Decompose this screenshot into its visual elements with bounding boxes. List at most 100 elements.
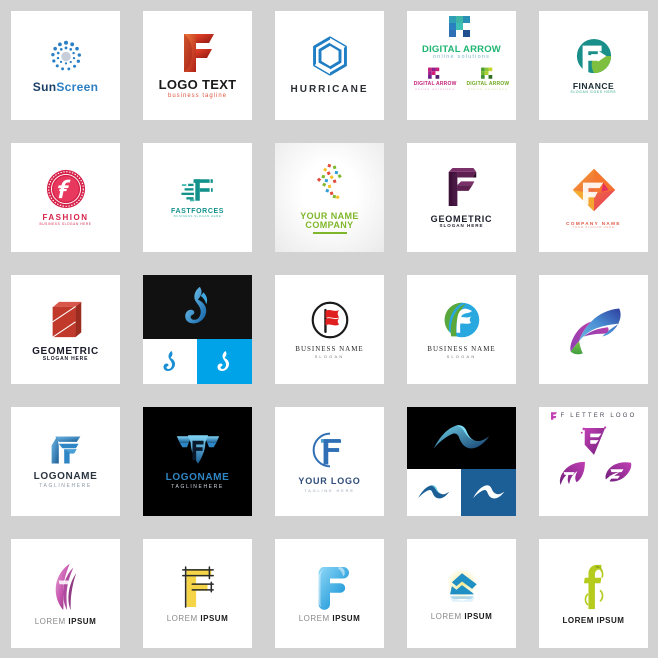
mountain-sun-icon: [445, 569, 478, 602]
diamond-f-icon: [572, 168, 615, 211]
panel-white: [407, 469, 461, 516]
logo-tile-finance[interactable]: FINANCE SLOGAN GOES HERE: [539, 11, 648, 120]
geometric-3d-f-purple-icon: [448, 167, 476, 206]
panel-row: [407, 469, 516, 516]
logo-tagline: SLOGAN HERE: [42, 356, 89, 363]
logo-tagline: YOUR SLOGAN HERE: [572, 225, 615, 230]
logo-name: LOREM IPSUM: [35, 617, 97, 626]
logo-name-bold: IPSUM: [200, 613, 229, 623]
fastforces-speed-f-icon: [180, 179, 213, 202]
logo-tagline: SLOGAN: [446, 354, 477, 360]
logo-grid: SunScreen LOGO TEXT business tagline HUR…: [0, 0, 658, 658]
logo-name-bold: IPSUM: [68, 616, 97, 626]
logo-name-bold2: IPSUM: [596, 615, 625, 625]
logo-tagline: online solutions: [467, 87, 508, 92]
logo-tile-lorem-ipsum-yellow[interactable]: LOREM IPSUM: [143, 539, 252, 648]
f-swoosh-right-icon: [605, 461, 631, 481]
logo-tile-swoosh-three-panel[interactable]: [407, 407, 516, 516]
logo-tile-logoname-dark[interactable]: LOGONAME TAGLINEHERE: [143, 407, 252, 516]
logo-tile-f-wing-gradient[interactable]: [539, 275, 648, 384]
swoosh-icon-small-blue: [418, 485, 450, 499]
logo-name: F LETTER LOGO: [560, 412, 637, 419]
logo-name-light: LOREM: [298, 613, 333, 623]
logo-tile-logo-text[interactable]: LOGO TEXT business tagline: [143, 11, 252, 120]
logo-tile-logoname-light[interactable]: LOGONAME TAGLINEHERE: [11, 407, 120, 516]
rounded-f-blue-icon: [318, 566, 349, 610]
logo-tile-geometric-purple[interactable]: GEOMETRIC SLOGAN HERE: [407, 143, 516, 252]
digital-arrow-mark-green-icon: [480, 67, 493, 80]
logo-tile-business-name-blue[interactable]: BUSINESS NAME SLOGAN: [407, 275, 516, 384]
finance-arrow-circle-icon: [576, 38, 611, 74]
logo-tile-lorem-ipsum-blue[interactable]: LOREM IPSUM: [275, 539, 384, 648]
fashion-seal-icon: [46, 170, 85, 209]
logo-tagline: online solutions: [415, 87, 456, 92]
logo-tile-lorem-ipsum-green[interactable]: LOREM IPSUM: [539, 539, 648, 648]
logo-tile-lorem-ipsum-mountain[interactable]: LOREM IPSUM: [407, 539, 516, 648]
logo-tile-fastforces[interactable]: FASTFORCES BUSINESS SLOGAN HERE: [143, 143, 252, 252]
circle-leaf-f-blue-icon: [444, 302, 479, 338]
logo-name-bold: IPSUM: [332, 613, 361, 623]
swoosh-icon-small-white: [472, 485, 504, 499]
logo-tagline: SLOGAN HERE: [439, 223, 484, 229]
header-row: F LETTER LOGO: [550, 411, 637, 420]
logo-name: LOGO TEXT: [158, 76, 237, 92]
logo-tagline: BUSINESS SLOGAN HERE: [39, 221, 92, 226]
f-wing-gradient-icon: [569, 308, 621, 354]
circle-f-outline-icon: [312, 432, 348, 468]
flame-f-icon-small-blue: [163, 350, 175, 371]
panel-dark: [407, 407, 516, 469]
confetti-f-icon: [316, 163, 342, 199]
logo-tagline: SLOGAN GOES HERE: [570, 89, 617, 94]
panel-white: [143, 339, 197, 384]
green-script-f-icon: [583, 564, 603, 609]
logo-name-line2: COMPANY: [305, 219, 354, 230]
panel-dark: [143, 275, 252, 339]
logo-tile-hurricane[interactable]: HURRICANE: [275, 11, 384, 120]
swoosh-icon: [433, 425, 489, 449]
logo-tagline: business tagline: [167, 93, 228, 100]
logoname-f-blue-icon: [51, 436, 80, 464]
circle-flag-f-red-icon: [311, 301, 348, 339]
logo-name: SunScreen: [33, 81, 98, 94]
logo-name-light: LOREM: [166, 613, 201, 623]
logo-name: LOREM IPSUM: [167, 614, 229, 623]
digital-arrow-mark-icon: [448, 15, 470, 37]
sketch-f-yellow-icon: [181, 565, 214, 608]
geometric-3d-block-red-icon: [51, 301, 81, 338]
logo-tagline: TAGLINE HERE: [304, 487, 355, 493]
logo-variant-c: DIGITAL ARROW online solutions: [467, 67, 510, 91]
logo-name: LOGONAME: [33, 470, 98, 482]
logo-name-light: LOREM: [34, 616, 69, 626]
flame-f-icon-small-white: [217, 350, 229, 371]
logo-tile-digital-arrow[interactable]: DIGITAL ARROW online solutions DIGITAL A…: [407, 11, 516, 120]
f-arrow-mark-icon: [580, 425, 606, 455]
hexagon-swirl-icon: [312, 36, 347, 76]
panel-cyan: [197, 339, 252, 384]
logo-name: LOGONAME: [165, 471, 230, 483]
logo-tile-company-name-diamond[interactable]: COMPANY NAME YOUR SLOGAN HERE: [539, 143, 648, 252]
logo-variant-b: DIGITAL ARROW online solutions: [414, 67, 457, 91]
pink-ribbon-f-icon: [55, 563, 76, 610]
logo-tile-geometric-red[interactable]: GEOMETRIC SLOGAN HERE: [11, 275, 120, 384]
logo-name: HURRICANE: [290, 84, 369, 96]
logo-name-bold: LOREM: [562, 615, 597, 625]
logo-tile-lorem-ipsum-pink[interactable]: LOREM IPSUM: [11, 539, 120, 648]
logo-tagline: TAGLINEHERE: [171, 484, 224, 491]
f-badge-icon: [550, 411, 557, 420]
logo-tagline: SLOGAN: [314, 354, 345, 360]
logo-tile-flame-blue-dark[interactable]: [143, 275, 252, 384]
logo-tile-your-logo-circle[interactable]: YOUR LOGO TAGLINE HERE: [275, 407, 384, 516]
logo-tile-f-letter-logo-set[interactable]: F LETTER LOGO: [539, 407, 648, 516]
panel-blue: [461, 469, 516, 516]
logo-tile-your-name-company[interactable]: YOUR NAME COMPANY: [275, 143, 384, 252]
logo-tile-business-name-red[interactable]: BUSINESS NAME SLOGAN: [275, 275, 384, 384]
logo-name-bold: IPSUM: [464, 611, 493, 621]
logo-tile-sunscreen[interactable]: SunScreen: [11, 11, 120, 120]
divider: [312, 231, 347, 234]
variants-row: [556, 460, 632, 486]
panel-row: [143, 339, 252, 384]
logo-name: LOREM IPSUM: [563, 616, 625, 625]
logo-tagline: online solutions: [432, 54, 491, 61]
logo-tile-fashion[interactable]: FASHION BUSINESS SLOGAN HERE: [11, 143, 120, 252]
shield-wings-f-icon: [176, 434, 219, 464]
